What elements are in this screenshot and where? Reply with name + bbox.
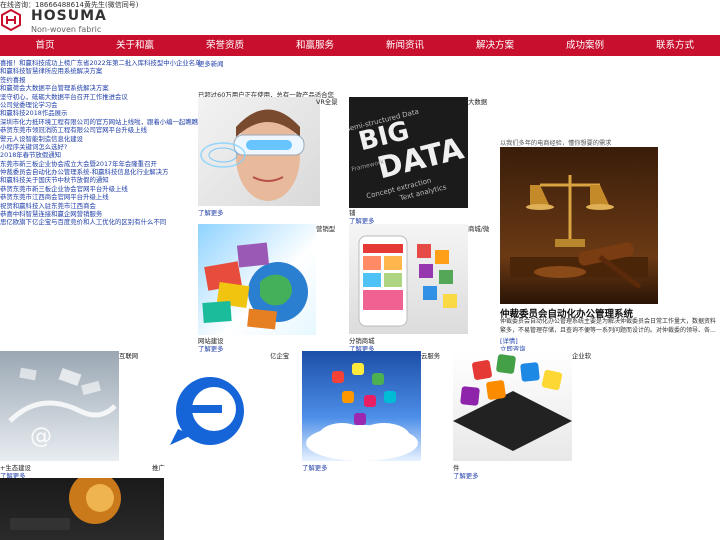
cloud-image[interactable]	[302, 351, 421, 461]
news-item[interactable]: 深圳市化力抵环境工程有限公司的官方网站上线啦，跟着小编一起瞧瞧吧！	[0, 118, 200, 126]
partial-image[interactable]	[0, 478, 164, 540]
vr-image[interactable]	[198, 97, 320, 206]
mall-image[interactable]	[349, 224, 468, 334]
internet-title: 互联网	[119, 352, 139, 360]
feature-description: 仲裁委员会自动化办公管理系统主要是为解决仲裁委员会日常工作量大，数据资料繁多，不…	[500, 318, 717, 334]
nav-solutions[interactable]: 解决方案	[450, 35, 540, 56]
news-item[interactable]: 喜报！和赢科技成功上榜广东省2022年第二批入库科技型中小企业名单	[0, 59, 200, 67]
nav-cases[interactable]: 成功案例	[540, 35, 630, 56]
main-nav: 首页 关于和赢 荣誉资质 和赢服务 新闻资讯 解决方案 成功案例 联系方式	[0, 35, 720, 56]
news-item[interactable]: 恭喜中科智慧连接和赢企网营销服务	[0, 210, 200, 218]
more-news-link[interactable]: 更多新闻	[198, 59, 224, 68]
news-item[interactable]: 东莞市新三板企业协会成立大会暨2017年年会隆重召开	[0, 160, 200, 168]
cloud-more-link[interactable]: 了解更多	[302, 463, 328, 472]
marketing-image[interactable]	[198, 224, 316, 335]
nav-news[interactable]: 新闻资讯	[360, 35, 450, 56]
news-list: 喜报！和赢科技成功上榜广东省2022年第二批入库科技型中小企业名单 和赢科技智慧…	[0, 59, 200, 227]
yiqibao-caption: 推广	[152, 464, 165, 472]
nav-honors[interactable]: 荣誉资质	[180, 35, 270, 56]
vr-more-link[interactable]: 了解更多	[198, 208, 224, 217]
news-item[interactable]: 恭贺东莞市新三板企业协会官网平台升级上线	[0, 185, 200, 193]
news-item[interactable]: 公司党委理论学习会	[0, 101, 200, 109]
software-more-link[interactable]: 了解更多	[453, 471, 479, 480]
software-title: 企业软	[572, 352, 592, 360]
cloud-title: 云服务	[421, 352, 441, 360]
news-item[interactable]: 签约喜报	[0, 76, 200, 84]
logo-icon[interactable]	[1, 9, 21, 31]
logo-subtitle: Non-woven fabric	[31, 25, 102, 34]
news-item[interactable]: 小程序关键词怎么选好?	[0, 143, 200, 151]
marketing-more-link[interactable]: 了解更多	[198, 344, 224, 353]
yiqibao-title: 亿企宝	[270, 352, 290, 360]
news-item[interactable]: 思亿欧旗下亿企宝与百度竞价和人工优化的区别有什么不同	[0, 218, 200, 226]
news-item[interactable]: 和赢科技智慧律所应用系统解决方案	[0, 67, 200, 75]
experience-text: 以我们多年的电商经验，懂你想要的需求	[500, 140, 612, 147]
marketing-title: 营销型	[316, 225, 336, 233]
nav-services[interactable]: 和赢服务	[270, 35, 360, 56]
bigdata-title: 大数据	[468, 98, 488, 106]
internet-image[interactable]: @	[0, 351, 119, 461]
news-item[interactable]: 恭贺东莞市江西商会官网平台升级上线	[0, 193, 200, 201]
gavel-image[interactable]	[500, 147, 658, 304]
nav-contact[interactable]: 联系方式	[630, 35, 720, 56]
svg-text:@: @	[30, 424, 52, 449]
mall-title: 商城/微	[468, 225, 490, 233]
nav-about[interactable]: 关于和赢	[90, 35, 180, 56]
software-image[interactable]	[453, 351, 572, 461]
news-item[interactable]: 2018年春节放假通知	[0, 151, 200, 159]
vr-title: VR全景	[316, 98, 338, 106]
yiqibao-image[interactable]	[152, 371, 267, 451]
news-item[interactable]: 仲裁委员会自动化办公管理系统-和赢科技信息化行业解决方	[0, 168, 200, 176]
bigdata-image[interactable]: BIG DATA Semi-structured Data Concept ex…	[349, 97, 468, 208]
nav-home[interactable]: 首页	[0, 35, 90, 56]
news-item[interactable]: 和赢科技关于国庆节中秋节放假的通知	[0, 176, 200, 184]
logo-name[interactable]: HOSUMA	[31, 8, 107, 24]
news-item[interactable]: 恭贺东莞市领冠消防工程有限公司官网平台升级上线	[0, 126, 200, 134]
news-item[interactable]: 和赢科技2018作品展示	[0, 109, 200, 117]
news-item[interactable]: 坚守初心，砥砺大数据平台召开工作推进会议	[0, 93, 200, 101]
news-item[interactable]: 和赢荷会大数据平台管理系统解决方案	[0, 84, 200, 92]
news-item[interactable]: 祝贺和赢科技入驻东莞市江西商会	[0, 202, 200, 210]
news-item[interactable]: 警元人设智能制造信息化建设	[0, 135, 200, 143]
